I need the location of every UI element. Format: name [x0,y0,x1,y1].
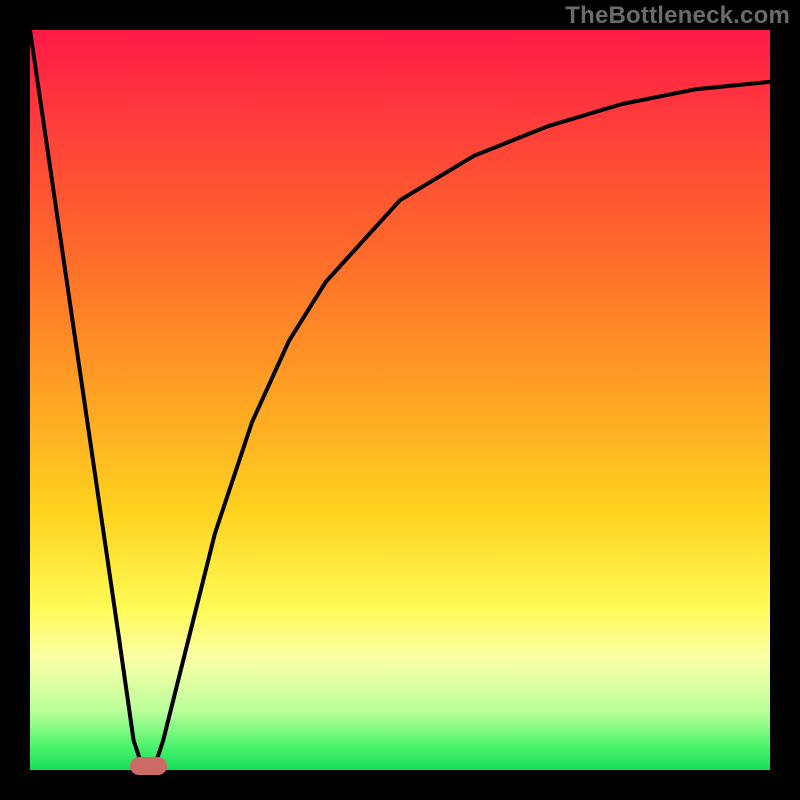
chart-frame: TheBottleneck.com [0,0,800,800]
minimum-marker [130,757,167,775]
watermark-text: TheBottleneck.com [565,2,790,30]
plot-area [30,30,770,770]
bottleneck-curve [30,30,770,770]
